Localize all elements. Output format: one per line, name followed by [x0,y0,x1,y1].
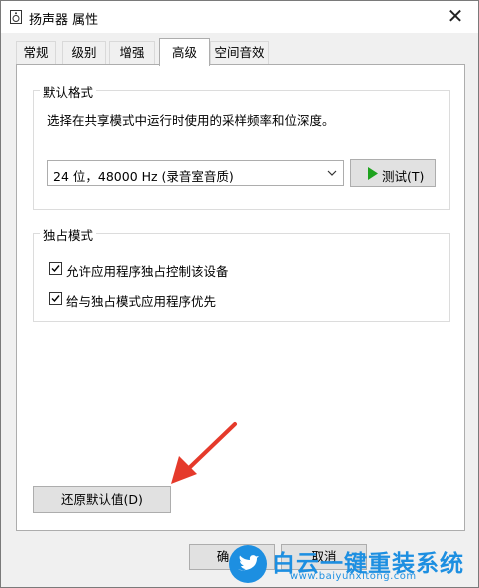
exclusive-control-checkbox[interactable] [49,262,62,275]
tab-levels[interactable]: 级别 [62,41,106,64]
restore-defaults-button[interactable]: 还原默认值(D) [33,486,171,513]
exclusive-mode-group: 独占模式 允许应用程序独占控制该设备 给与独占模式应用程序优先 [33,225,450,322]
watermark-url: www.baiyunxitong.com [290,571,417,582]
exclusive-priority-checkbox[interactable] [49,292,62,305]
advanced-panel: 默认格式 选择在共享模式中运行时使用的采样频率和位深度。 24 位，48000 … [16,64,465,531]
chevron-down-icon [327,170,337,176]
format-description: 选择在共享模式中运行时使用的采样频率和位深度。 [47,113,335,128]
group-title-exclusive-mode: 独占模式 [40,225,97,244]
arrow-icon [171,422,237,484]
window-title: 扬声器 属性 [29,13,99,28]
close-button[interactable]: ✕ [432,1,478,33]
test-button-label: 测试(T) [382,169,425,184]
exclusive-priority-label: 给与独占模式应用程序优先 [66,294,217,309]
tab-enhancements[interactable]: 增强 [109,41,155,64]
checkmark-icon [51,295,60,303]
twitter-bird-icon [229,545,267,583]
title-bar: 扬声器 属性 ✕ [1,1,478,33]
properties-window: 扬声器 属性 ✕ 常规 级别 增强 高级 空间音效 默认格式 选择在共享模式中运… [0,0,479,588]
default-format-group: 默认格式 选择在共享模式中运行时使用的采样频率和位深度。 24 位，48000 … [33,82,450,210]
watermark: 白云一键重装系统 www.baiyunxitong.com [229,540,478,586]
speaker-icon [10,10,22,24]
format-select-value: 24 位，48000 Hz (录音室音质) [53,169,234,184]
format-select[interactable]: 24 位，48000 Hz (录音室音质) [47,160,344,186]
test-button[interactable]: 测试(T) [350,159,436,187]
play-icon [368,167,378,180]
exclusive-control-label: 允许应用程序独占控制该设备 [66,264,229,279]
group-title-default-format: 默认格式 [40,82,97,101]
tab-advanced[interactable]: 高级 [159,38,210,66]
close-icon: ✕ [446,4,464,28]
tab-spatial-sound[interactable]: 空间音效 [210,41,269,64]
tab-general[interactable]: 常规 [16,41,56,64]
checkmark-icon [51,265,60,273]
